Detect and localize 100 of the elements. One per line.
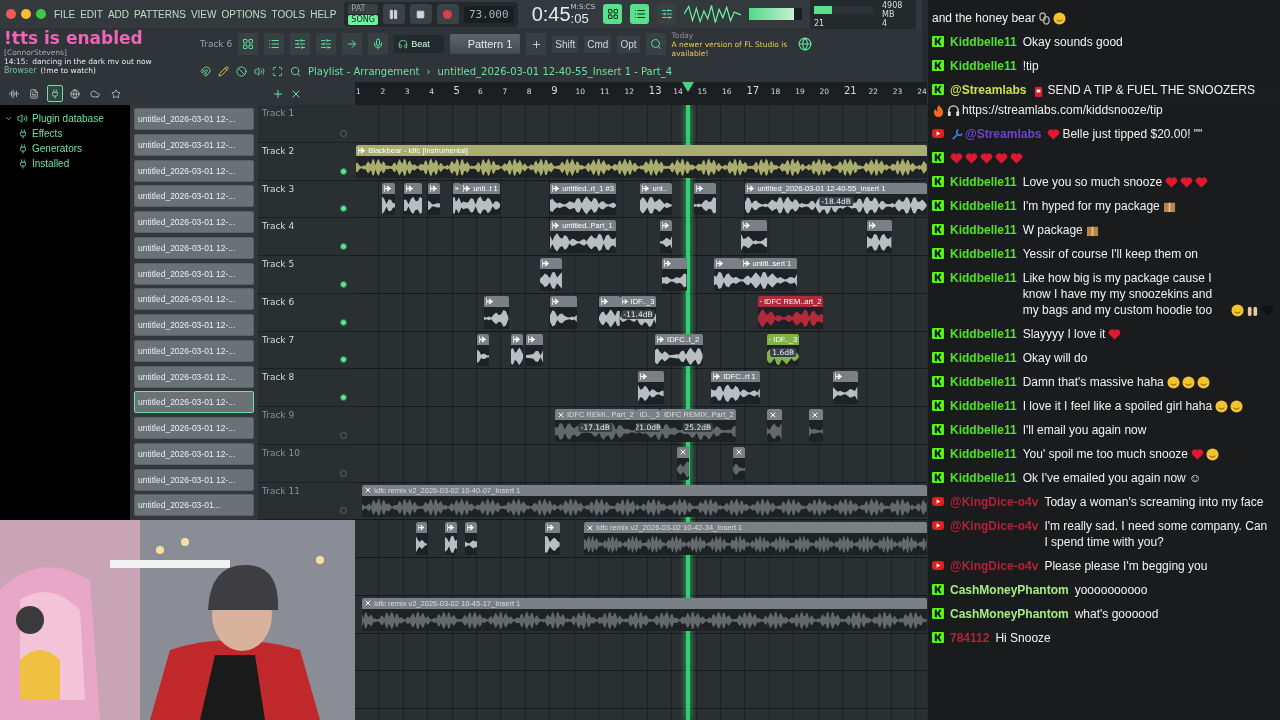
clip-list-item[interactable]: untitled_2026-03-01 12-... bbox=[134, 365, 254, 388]
audio-clip[interactable] bbox=[428, 182, 441, 216]
step-edit-button[interactable] bbox=[630, 4, 650, 24]
chat-username[interactable]: Kiddbelle11 bbox=[950, 398, 1017, 414]
clip-list-item[interactable]: untitled_2026-03-01 12-... bbox=[134, 262, 254, 285]
clip-list-item[interactable]: untitled_2026-03-01 12-... bbox=[134, 468, 254, 491]
menu-item[interactable]: HELP bbox=[310, 8, 337, 20]
audio-clip[interactable] bbox=[677, 446, 690, 480]
stop-button[interactable] bbox=[409, 4, 432, 24]
audio-clip[interactable] bbox=[381, 182, 396, 216]
menu-item[interactable]: EDIT bbox=[80, 8, 103, 20]
clip-list-item[interactable]: untitled_2026-03-01... bbox=[134, 494, 254, 517]
mode-toggle[interactable]: PAT bbox=[348, 3, 378, 14]
loop-record-button[interactable] bbox=[657, 3, 676, 25]
chat-username[interactable]: Kiddbelle11 bbox=[950, 422, 1017, 438]
audio-clip[interactable] bbox=[525, 333, 543, 367]
track-enable-light[interactable] bbox=[340, 394, 347, 401]
pause-button[interactable] bbox=[382, 4, 405, 24]
menu-item[interactable]: FILE bbox=[54, 8, 76, 20]
track-enable-light[interactable] bbox=[340, 318, 347, 326]
audio-clip[interactable] bbox=[599, 295, 620, 329]
clip-list-item[interactable]: untitled_2026-03-01 12-... bbox=[134, 417, 254, 439]
browser-tree-item[interactable]: Generators bbox=[4, 141, 126, 156]
audio-clip[interactable] bbox=[403, 182, 423, 216]
add-pattern-button[interactable] bbox=[526, 33, 547, 55]
mic-button[interactable] bbox=[368, 33, 389, 55]
menu-item[interactable]: VIEW bbox=[190, 8, 217, 20]
audio-clip[interactable] bbox=[638, 371, 664, 404]
chat-username[interactable]: Kiddbelle11 bbox=[950, 350, 1017, 366]
chat-username[interactable]: Kiddbelle11 bbox=[950, 246, 1017, 262]
plug-filter[interactable] bbox=[46, 85, 63, 102]
window-controls[interactable] bbox=[6, 9, 46, 19]
chat-username[interactable]: CashMoneyPhantom bbox=[950, 582, 1069, 598]
audio-clip[interactable] bbox=[694, 182, 717, 216]
chat-username[interactable]: @Streamlabs bbox=[950, 82, 1027, 98]
audio-clip[interactable] bbox=[833, 371, 858, 404]
browser-tree-item[interactable]: Plugin database bbox=[4, 111, 126, 126]
browser-label[interactable]: Browser bbox=[4, 66, 37, 75]
track-enable-light[interactable] bbox=[340, 167, 347, 175]
modifier-key[interactable]: Shift bbox=[552, 35, 579, 53]
audio-clip[interactable] bbox=[545, 522, 560, 555]
audio-clip[interactable] bbox=[740, 220, 768, 253]
globe-icon[interactable] bbox=[797, 37, 812, 51]
menu-item[interactable]: OPTIONS bbox=[221, 8, 267, 20]
speaker-icon[interactable] bbox=[254, 65, 265, 77]
chat-username[interactable]: Kiddbelle11 bbox=[950, 222, 1017, 238]
track-enable-light[interactable] bbox=[340, 356, 347, 364]
clip-list-item[interactable]: untitled_2026-03-01 12-... bbox=[134, 133, 254, 156]
maximize-icon[interactable] bbox=[272, 65, 283, 77]
audio-clip[interactable] bbox=[767, 409, 782, 442]
modifier-key[interactable]: Opt bbox=[617, 35, 640, 53]
mode-toggle[interactable]: SONG bbox=[348, 14, 378, 25]
clip-list-item[interactable]: untitled_2026-03-01 12-... bbox=[134, 391, 254, 414]
chat-username[interactable]: Kiddbelle11 bbox=[950, 470, 1017, 486]
menu-item[interactable]: PATTERNS bbox=[134, 8, 186, 20]
clip-list-item[interactable]: untitled_2026-03-01 12-... bbox=[134, 314, 254, 336]
track-enable-light[interactable] bbox=[340, 205, 347, 213]
audio-clip[interactable] bbox=[660, 220, 673, 253]
audio-clip[interactable] bbox=[540, 258, 563, 291]
chat-username[interactable]: Kiddbelle11 bbox=[950, 326, 1017, 342]
audio-clip[interactable] bbox=[484, 295, 509, 329]
audio-clip[interactable] bbox=[808, 409, 824, 442]
audio-clip[interactable] bbox=[867, 220, 892, 253]
channel-rack-button[interactable] bbox=[238, 33, 259, 55]
chat-username[interactable]: Kiddbelle11 bbox=[950, 34, 1017, 50]
chat-username[interactable]: Kiddbelle11 bbox=[950, 174, 1017, 190]
clip-list-item[interactable]: untitled_2026-03-01 12-... bbox=[134, 236, 254, 259]
track-enable-light[interactable] bbox=[340, 280, 347, 288]
audio-clip[interactable] bbox=[550, 295, 577, 329]
clip-list-item[interactable]: untitled_2026-03-01 12-... bbox=[134, 185, 254, 208]
ban-icon[interactable] bbox=[236, 65, 247, 77]
typing-keyboard-button[interactable] bbox=[603, 4, 623, 24]
playlist-button[interactable] bbox=[264, 33, 285, 55]
clip-list-item[interactable]: untitled_2026-03-01 12-... bbox=[134, 288, 254, 311]
pattern-selector[interactable]: Pattern 1 bbox=[449, 34, 521, 54]
browser-tree-item[interactable]: Effects bbox=[4, 126, 126, 141]
clip-list-item[interactable]: untitled_2026-03-01 12-... bbox=[134, 211, 254, 233]
audio-clip[interactable] bbox=[713, 258, 741, 291]
clip-list-item[interactable]: untitled_2026-03-01 12-... bbox=[134, 442, 254, 465]
audio-clip[interactable] bbox=[445, 522, 458, 555]
browser-tree-item[interactable]: Installed bbox=[4, 156, 126, 171]
search-icon[interactable] bbox=[290, 65, 301, 77]
chat-username[interactable]: Kiddbelle11 bbox=[950, 374, 1017, 390]
track-enable-light[interactable] bbox=[340, 243, 347, 250]
chat-username[interactable]: CashMoneyPhantom bbox=[950, 606, 1069, 622]
magnet-icon[interactable] bbox=[200, 65, 211, 77]
audio-clip[interactable] bbox=[511, 333, 524, 367]
expand-caret-icon[interactable] bbox=[4, 114, 13, 123]
tempo-display[interactable]: 73.000 bbox=[463, 5, 514, 23]
audio-clip[interactable] bbox=[416, 522, 427, 555]
chat-username[interactable]: Kiddbelle11 bbox=[950, 58, 1017, 74]
mixer-button[interactable] bbox=[316, 33, 337, 55]
clip-list-item[interactable]: untitled_2026-03-01 12-... bbox=[134, 339, 254, 362]
modifier-key[interactable]: Cmd bbox=[584, 35, 612, 53]
add-track-icon[interactable] bbox=[272, 87, 284, 100]
playhead-marker[interactable] bbox=[682, 82, 694, 92]
arrow-button[interactable] bbox=[342, 33, 363, 55]
pencil-icon[interactable] bbox=[218, 65, 229, 77]
audio-clip[interactable] bbox=[733, 446, 746, 480]
chat-username[interactable]: Kiddbelle11 bbox=[950, 198, 1017, 214]
